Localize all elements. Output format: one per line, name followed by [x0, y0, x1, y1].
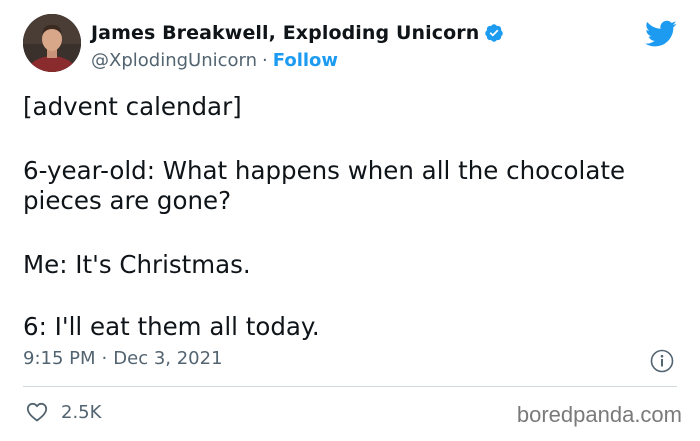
author-handle[interactable]: @XplodingUnicorn	[91, 50, 257, 71]
divider	[23, 386, 677, 387]
heart-icon	[26, 402, 48, 422]
tweet-time: 9:15 PM	[23, 348, 96, 369]
tweet-date: Dec 3, 2021	[113, 348, 223, 369]
like-button[interactable]: 2.5K	[25, 400, 101, 424]
twitter-bird-icon[interactable]	[645, 20, 677, 48]
author-handle-row: @XplodingUnicorn · Follow	[91, 50, 338, 71]
timestamp-separator: ·	[101, 348, 108, 369]
tweet-line: 6-year-old: What happens when all the ch…	[23, 156, 626, 215]
author-display-name[interactable]: James Breakwell, Exploding Unicorn	[91, 22, 479, 44]
tweet-timestamp[interactable]: 9:15 PM · Dec 3, 2021	[23, 348, 223, 369]
info-icon[interactable]	[650, 349, 674, 373]
tweet-line: [advent calendar]	[23, 92, 242, 121]
watermark: boredpanda.com	[516, 402, 682, 427]
verified-badge-icon	[485, 24, 504, 42]
follow-button[interactable]: Follow	[273, 50, 338, 71]
tweet-line: 6: I'll eat them all today.	[23, 312, 320, 341]
like-count: 2.5K	[61, 401, 102, 423]
tweet-line: Me: It's Christmas.	[23, 250, 251, 279]
tweet-card: James Breakwell, Exploding Unicorn @Xplo…	[0, 0, 700, 441]
avatar[interactable]	[23, 14, 81, 72]
author-name-row: James Breakwell, Exploding Unicorn	[91, 22, 504, 44]
handle-separator: ·	[262, 50, 268, 71]
